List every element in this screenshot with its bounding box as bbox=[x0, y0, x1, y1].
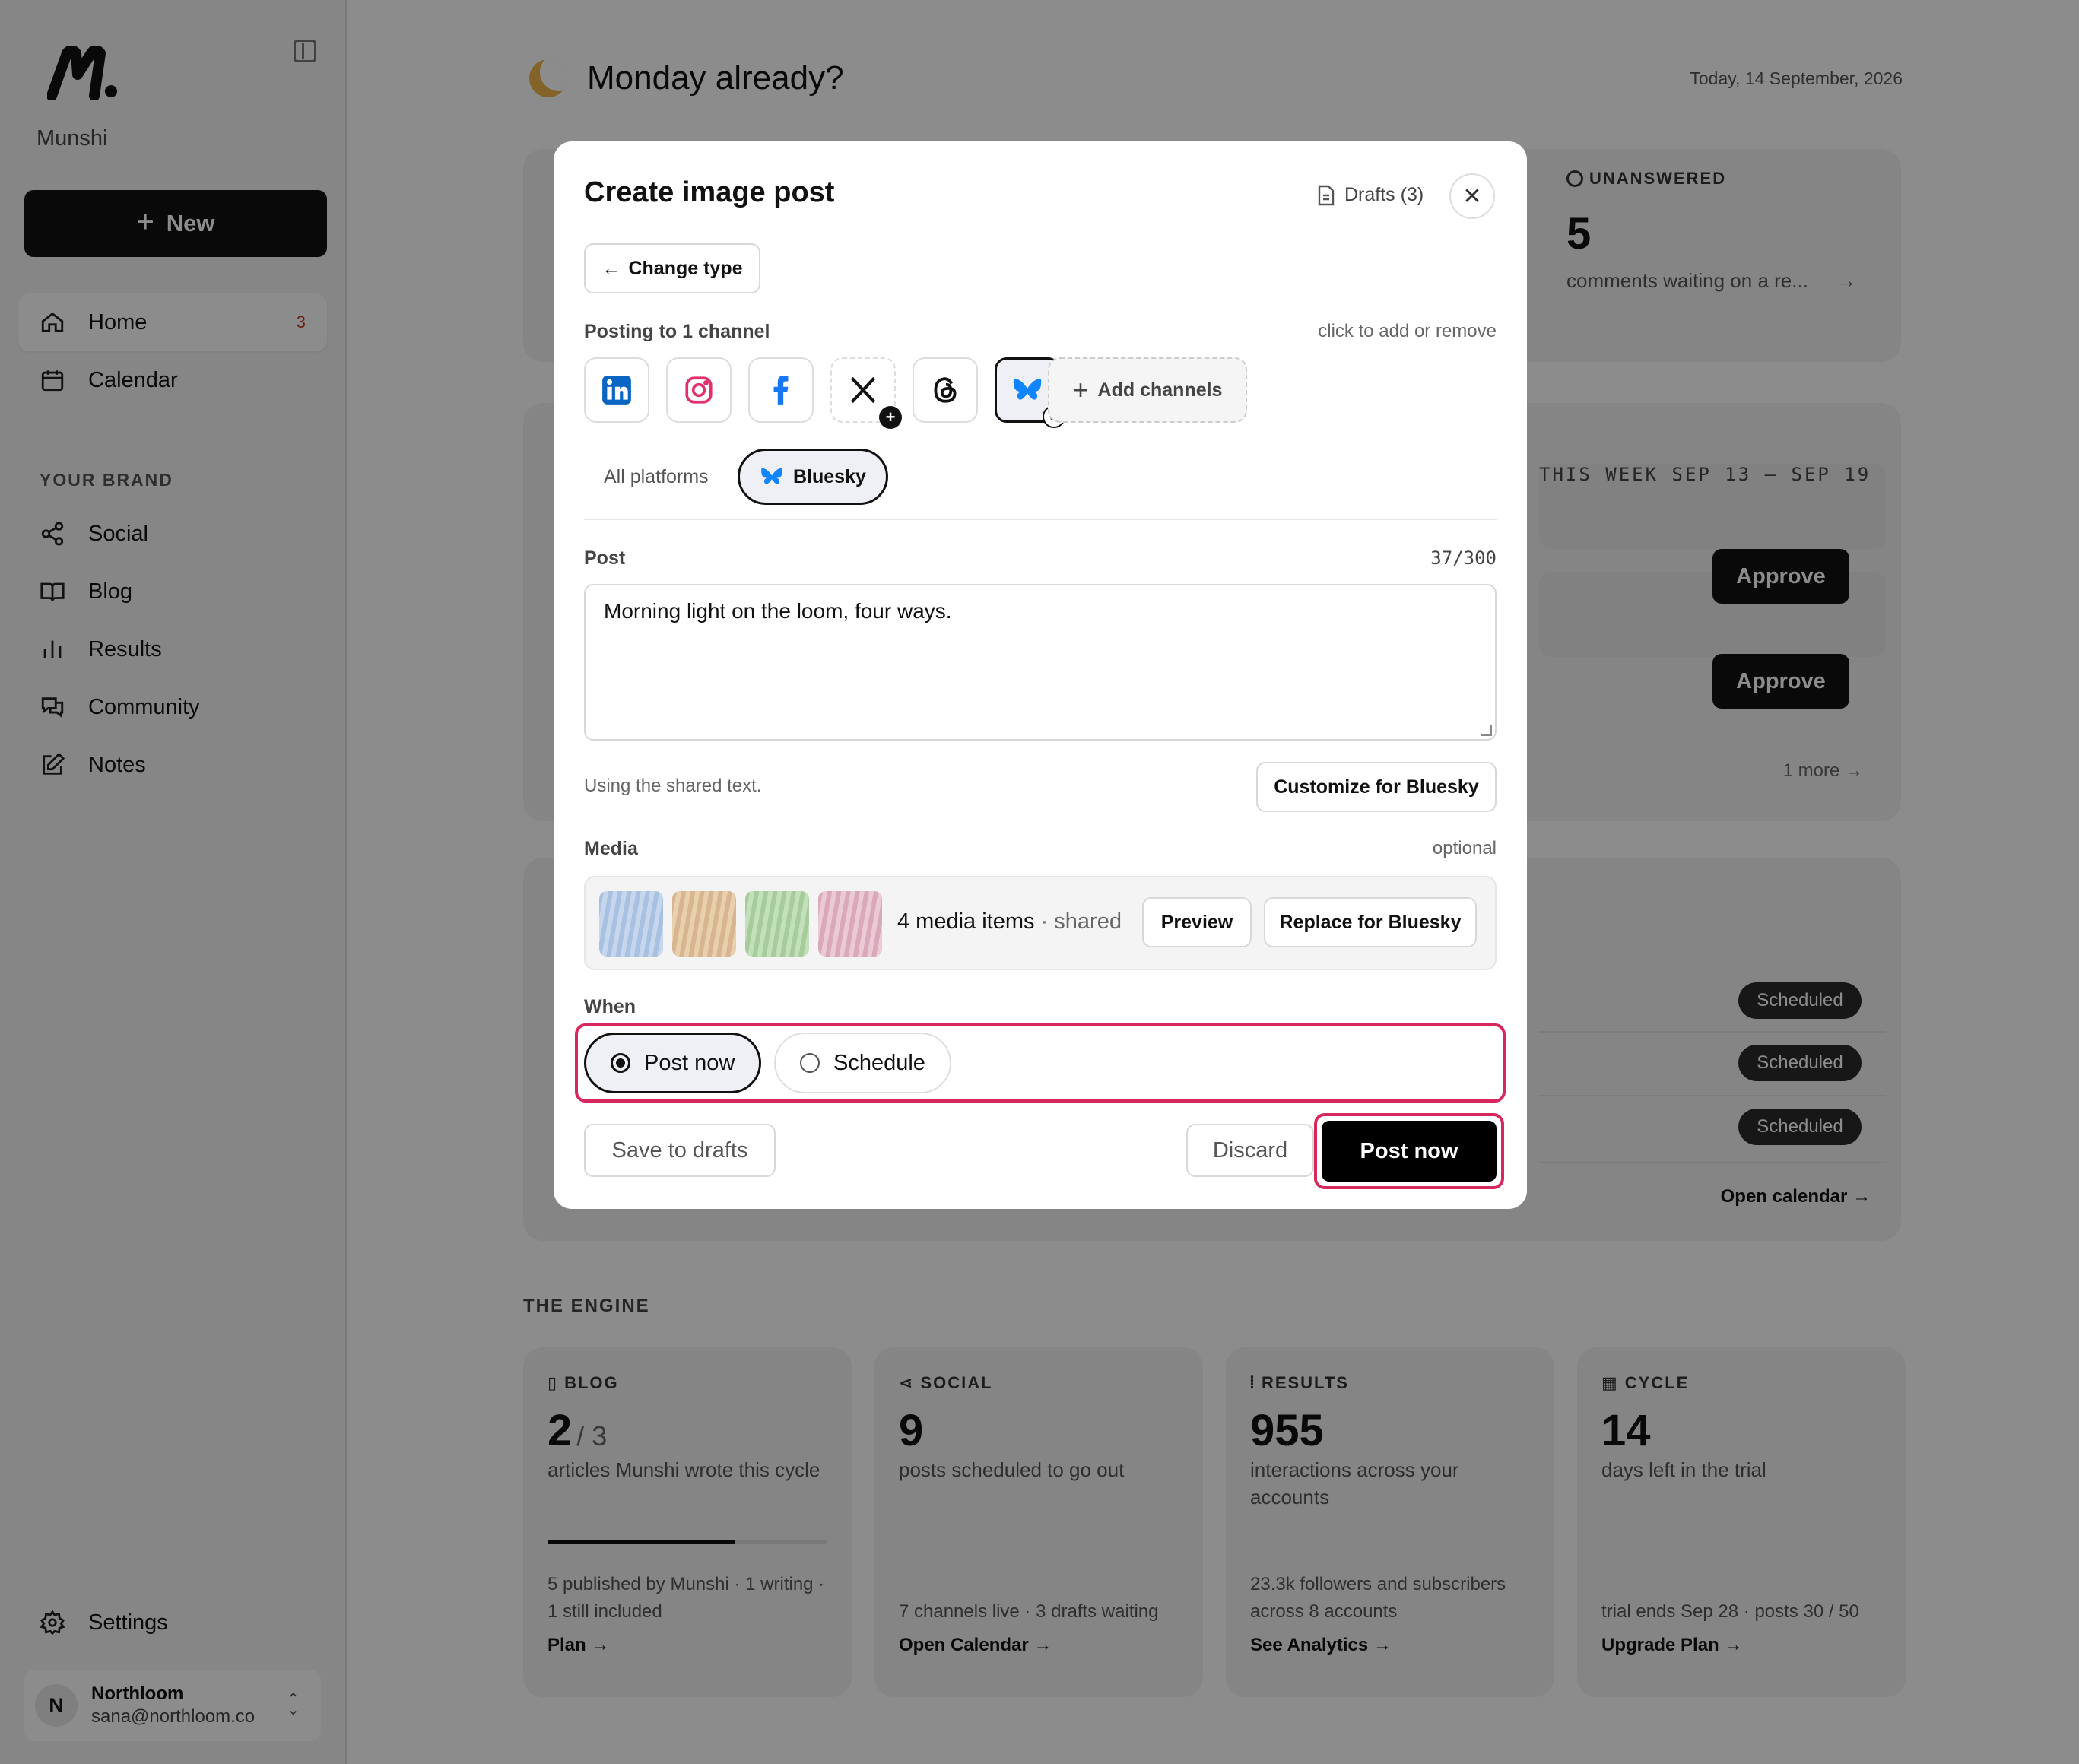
channel-hint: click to add or remove bbox=[1318, 321, 1497, 341]
document-icon bbox=[1318, 185, 1335, 205]
channel-threads[interactable] bbox=[913, 357, 978, 423]
post-now-highlight: Post now bbox=[1314, 1113, 1504, 1189]
save-to-drafts-button[interactable]: Save to drafts bbox=[584, 1124, 776, 1177]
char-count: 37/300 bbox=[1430, 547, 1497, 569]
post-textarea[interactable]: Morning light on the loom, four ways. bbox=[584, 584, 1497, 741]
radio-empty-icon bbox=[800, 1053, 820, 1073]
threads-icon bbox=[934, 377, 957, 403]
bluesky-butterfly-icon bbox=[1013, 379, 1042, 400]
close-icon: ✕ bbox=[1462, 183, 1482, 209]
post-now-button[interactable]: Post now bbox=[1322, 1121, 1497, 1182]
bluesky-butterfly-icon bbox=[761, 468, 782, 484]
linkedin-icon bbox=[602, 376, 631, 405]
x-twitter-icon bbox=[850, 376, 876, 404]
media-thumbnail[interactable] bbox=[599, 891, 663, 957]
resize-handle[interactable] bbox=[1481, 725, 1492, 736]
facebook-icon bbox=[773, 376, 789, 405]
post-label: Post bbox=[584, 547, 626, 569]
media-thumbnail[interactable] bbox=[745, 891, 809, 957]
posting-to-label: Posting to 1 channel bbox=[584, 321, 770, 342]
divider bbox=[584, 519, 1497, 520]
discard-button[interactable]: Discard bbox=[1186, 1124, 1314, 1177]
channel-x[interactable]: + bbox=[830, 357, 902, 429]
plus-icon: + bbox=[1072, 374, 1089, 405]
media-count: 4 media items · shared bbox=[897, 909, 1122, 934]
media-label: Media bbox=[584, 838, 638, 859]
schedule-radio[interactable]: Schedule bbox=[774, 1033, 951, 1093]
media-thumbnail[interactable] bbox=[672, 891, 736, 957]
channel-facebook[interactable] bbox=[748, 357, 814, 423]
change-type-button[interactable]: ← Change type bbox=[584, 243, 760, 293]
close-button[interactable]: ✕ bbox=[1449, 173, 1495, 219]
instagram-icon bbox=[685, 376, 713, 404]
tab-bluesky[interactable]: Bluesky bbox=[738, 449, 888, 505]
customize-button[interactable]: Customize for Bluesky bbox=[1256, 762, 1497, 812]
when-options: Post now Schedule bbox=[575, 1023, 1506, 1102]
channel-instagram[interactable] bbox=[666, 357, 732, 423]
radio-selected-icon bbox=[611, 1053, 630, 1073]
media-thumbnail[interactable] bbox=[818, 891, 882, 957]
modal-title: Create image post bbox=[584, 176, 835, 208]
tab-all-platforms[interactable]: All platforms bbox=[604, 449, 709, 505]
drafts-button[interactable]: Drafts (3) bbox=[1317, 184, 1424, 206]
create-post-modal: Create image post Drafts (3) ✕ ← Change … bbox=[554, 141, 1527, 1209]
preview-button[interactable]: Preview bbox=[1142, 897, 1252, 947]
arrow-left-icon: ← bbox=[601, 257, 621, 279]
add-channels-button[interactable]: + Add channels bbox=[1048, 357, 1247, 423]
shared-text-note: Using the shared text. bbox=[584, 776, 762, 796]
when-label: When bbox=[584, 996, 636, 1017]
plus-icon: + bbox=[879, 406, 902, 429]
post-now-radio[interactable]: Post now bbox=[584, 1033, 762, 1093]
media-optional: optional bbox=[1432, 838, 1497, 858]
replace-media-button[interactable]: Replace for Bluesky bbox=[1264, 897, 1477, 947]
media-strip: 4 media items · shared Preview Replace f… bbox=[584, 876, 1497, 970]
channel-linkedin[interactable] bbox=[584, 357, 649, 423]
